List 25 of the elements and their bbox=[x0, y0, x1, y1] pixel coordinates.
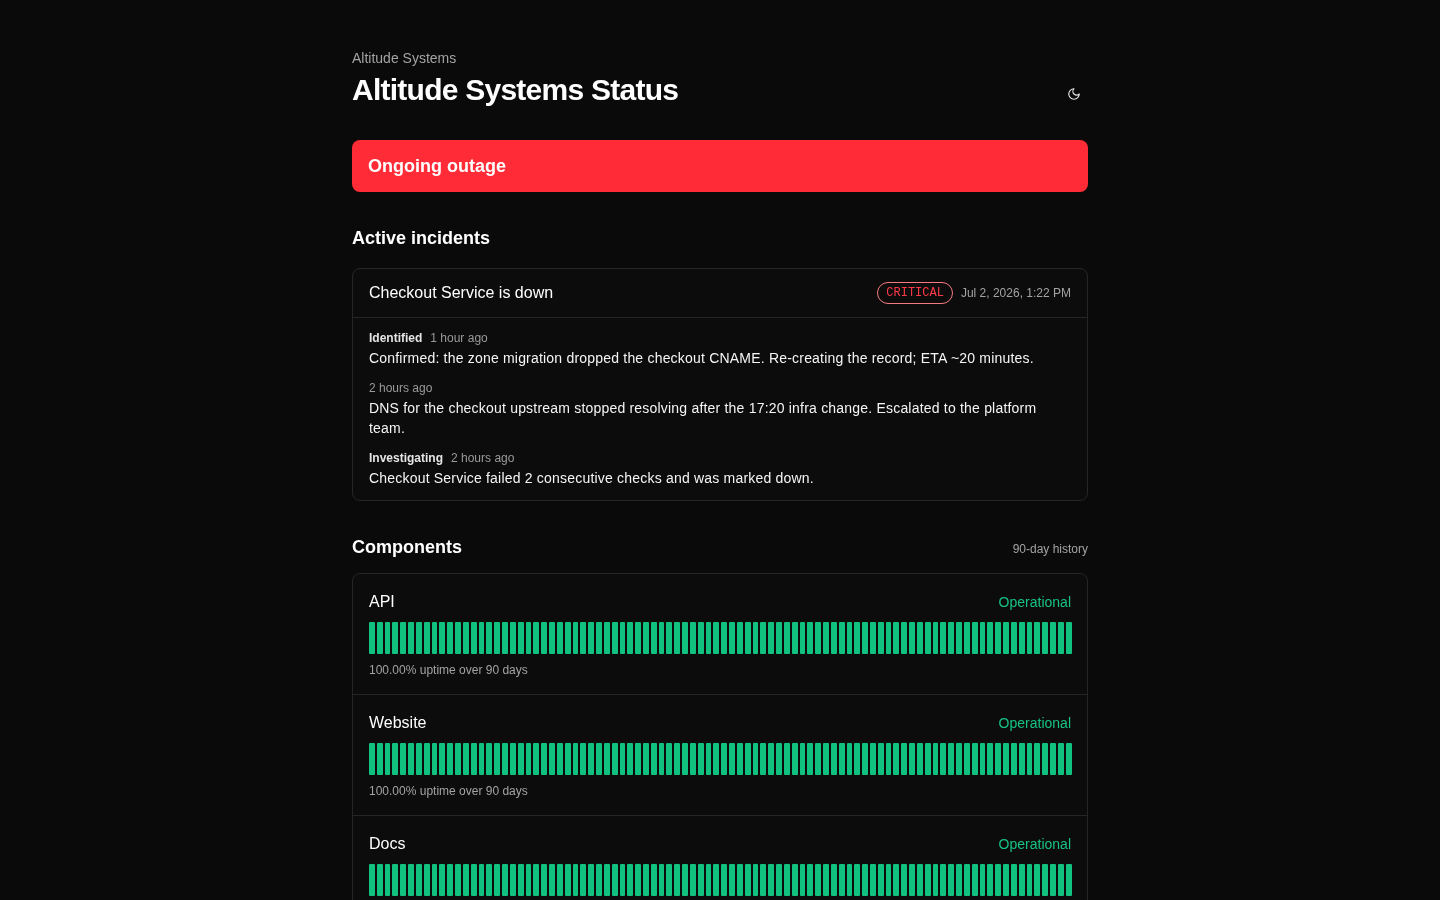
update-time: 2 hours ago bbox=[369, 380, 433, 397]
incident-date: Jul 2, 2026, 1:22 PM bbox=[960, 285, 1071, 301]
section-heading: Active incidents bbox=[352, 227, 492, 250]
brand-name: Altitude Systems bbox=[352, 49, 458, 68]
update-time: 1 hour ago bbox=[430, 330, 488, 347]
component-status: Operational bbox=[998, 835, 1071, 854]
update-message: Confirmed: the zone migration dropped the checkout CNAME. Re-creating the record; ETA ~20 minutes. bbox=[369, 349, 1035, 368]
incident-title: Checkout Service is down bbox=[369, 283, 554, 303]
update-message: DNS for the checkout upstream stopped resolving after the 17:20 infra change. Escalated to the platform team. bbox=[369, 399, 1038, 438]
component-name: Website bbox=[369, 713, 427, 733]
update-time: 2 hours ago bbox=[451, 450, 515, 467]
component-status: Operational bbox=[998, 714, 1071, 733]
component-status: Operational bbox=[998, 593, 1071, 612]
component-name: Docs bbox=[369, 834, 406, 854]
uptime-summary: 100.00% uptime over 90 days bbox=[369, 662, 529, 678]
uptime-summary: 100.00% uptime over 90 days bbox=[369, 783, 529, 799]
update-message: Checkout Service failed 2 consecutive checks and was marked down. bbox=[369, 469, 815, 488]
history-label: 90-day history bbox=[1012, 541, 1088, 558]
banner-text: Ongoing outage bbox=[368, 155, 506, 178]
update-status: Identified bbox=[369, 330, 423, 347]
component-name: API bbox=[369, 592, 395, 612]
moon-icon[interactable] bbox=[1067, 87, 1081, 101]
section-heading: Components bbox=[352, 536, 462, 559]
update-status: Investigating bbox=[369, 450, 443, 467]
page-title: Altitude Systems Status bbox=[352, 72, 679, 108]
